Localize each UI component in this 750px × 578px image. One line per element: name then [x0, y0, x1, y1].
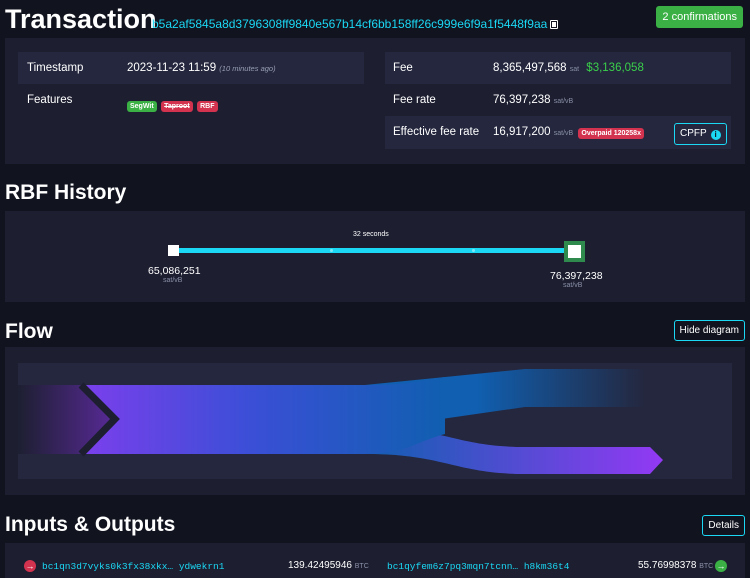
fee-unit: sat	[569, 66, 580, 73]
rbf-interval-label: 32 seconds	[353, 231, 389, 238]
txid-text[interactable]: b5a2af5845a8d3796308ff9840e567b14cf6bb15…	[152, 17, 547, 31]
fee-sats: 8,365,497,568	[493, 62, 567, 74]
feature-segwit[interactable]: SegWit	[127, 101, 157, 112]
page-title: Transaction	[5, 4, 157, 34]
effective-fee-label: Effective fee rate	[393, 126, 480, 138]
output-amount-value: 55.76998378	[638, 560, 697, 571]
output-amount: 55.76998378 BTC	[638, 560, 713, 571]
rbf-left-value: 65,086,251	[148, 265, 201, 277]
effective-fee-number: 16,917,200	[493, 126, 551, 138]
fee-rate-label: Fee rate	[393, 94, 436, 106]
input-amount: 139.42495946 BTC	[288, 560, 369, 571]
fee-rate-unit: sat/vB	[553, 98, 574, 105]
rbf-history-title: RBF History	[5, 181, 127, 204]
rbf-right-node[interactable]	[564, 241, 585, 262]
flow-diagram[interactable]	[5, 347, 745, 495]
input-arrow-icon[interactable]: →	[24, 560, 36, 572]
info-icon[interactable]: i	[710, 130, 721, 140]
fee-rate-number: 76,397,238	[493, 94, 551, 106]
input-amount-value: 139.42495946	[288, 560, 352, 571]
fee-value: 8,365,497,568 sat $3,136,058	[493, 62, 644, 74]
timestamp-ago: (10 minutes ago)	[219, 64, 276, 73]
overpaid-badge: Overpaid 120258x	[578, 128, 644, 139]
timestamp-value: 2023-11-23 11:59 (10 minutes ago)	[127, 62, 276, 74]
features-label: Features	[27, 94, 73, 106]
rbf-midpoint-dot	[330, 249, 333, 252]
output-address[interactable]: bc1qyfem6z7pq3mqn7tcnn… h8km36t4	[387, 561, 569, 572]
rbf-right-unit: sat/vB	[563, 282, 583, 289]
rbf-right-value: 76,397,238	[550, 270, 603, 282]
io-title: Inputs & Outputs	[5, 513, 176, 536]
timestamp-date: 2023-11-23 11:59	[127, 62, 217, 74]
feature-rbf[interactable]: RBF	[197, 101, 218, 112]
copy-icon[interactable]	[550, 20, 559, 29]
output-amount-unit: BTC	[699, 563, 714, 570]
rbf-timeline-line	[174, 248, 576, 253]
fee-label: Fee	[393, 62, 413, 74]
features-badges: SegWit Taproot RBF	[127, 95, 218, 113]
txid-link[interactable]: b5a2af5845a8d3796308ff9840e567b14cf6bb15…	[152, 17, 559, 31]
rbf-panel	[5, 211, 745, 302]
details-button[interactable]: Details	[702, 515, 745, 536]
fee-rate-value: 76,397,238 sat/vB	[493, 94, 573, 106]
confirmations-badge: 2 confirmations	[656, 6, 743, 28]
rbf-left-node[interactable]	[168, 245, 179, 256]
cpfp-label[interactable]: CPFP	[680, 128, 707, 139]
input-amount-unit: BTC	[354, 563, 369, 570]
cpfp-button[interactable]: CPFP i	[674, 123, 727, 145]
effective-fee-unit: sat/vB	[553, 130, 574, 137]
fee-usd: $3,136,058	[586, 62, 644, 74]
flow-title: Flow	[5, 320, 53, 343]
input-address[interactable]: bc1qn3d7vyks0k3fx38xkx… ydwekrn1	[42, 561, 224, 572]
timestamp-label: Timestamp	[27, 62, 84, 74]
hide-diagram-button[interactable]: Hide diagram	[673, 320, 745, 341]
feature-taproot[interactable]: Taproot	[161, 101, 193, 112]
output-arrow-icon[interactable]: →	[715, 560, 727, 572]
rbf-left-unit: sat/vB	[163, 277, 183, 284]
effective-fee-value: 16,917,200 sat/vB Overpaid 120258x	[493, 126, 644, 139]
rbf-midpoint-dot	[472, 249, 475, 252]
